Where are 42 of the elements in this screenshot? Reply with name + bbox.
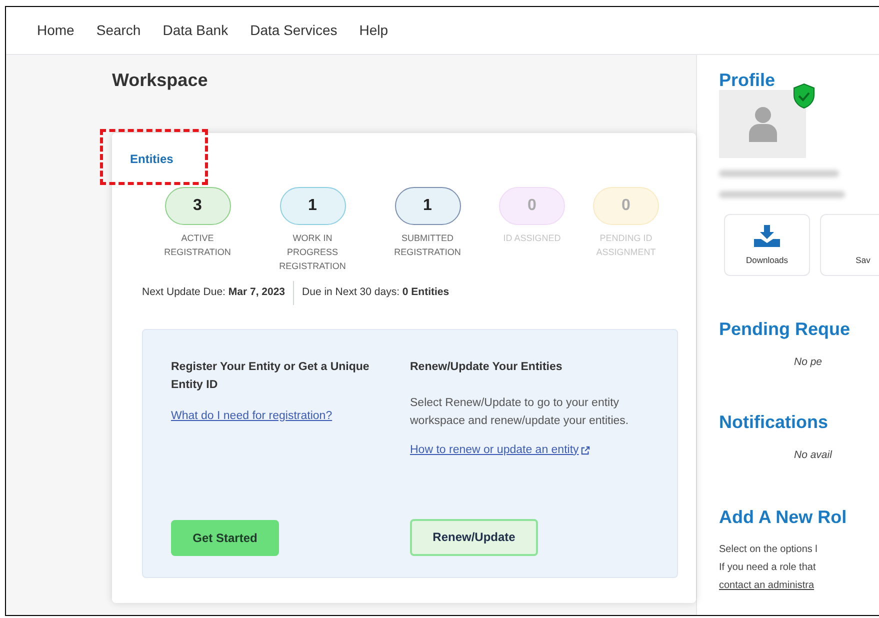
shortcut-tile[interactable]: Sav xyxy=(820,214,879,276)
due-text: Due in Next 30 days: 0 Entities xyxy=(293,281,450,305)
description-line: Select on the options l xyxy=(719,542,818,556)
count-badge: 1 xyxy=(280,187,346,225)
external-link-icon xyxy=(580,446,590,455)
empty-message: No avail xyxy=(793,448,834,463)
download-icon xyxy=(753,224,781,248)
count-badge: 1 xyxy=(394,187,460,225)
nav-link[interactable]: Data Services xyxy=(250,20,338,41)
stat-label: ID ASSIGNED xyxy=(502,232,562,245)
entities-tab[interactable]: Entities xyxy=(130,150,174,168)
section-title: Pending Reque xyxy=(719,318,852,341)
stat-label: PENDING ID ASSIGNMENT xyxy=(595,232,657,259)
count-badge: 3 xyxy=(164,187,230,225)
section-title: Add A New Rol xyxy=(719,506,848,528)
empty-message: No pe xyxy=(793,355,824,370)
next-update-text: Next Update Due: Mar 7, 2023 xyxy=(142,285,286,300)
nav-link[interactable]: Home xyxy=(37,20,74,41)
section-heading: Register Your Entity or Get a Unique Entity ID xyxy=(171,360,370,393)
section-heading: Renew/Update Your Entities xyxy=(410,360,564,375)
section-title: Profile xyxy=(719,69,776,92)
get-started-button[interactable]: Get Started xyxy=(171,520,279,556)
nav-link[interactable]: Help xyxy=(359,20,388,41)
description-line: contact an administra xyxy=(719,578,816,592)
help-link[interactable]: What do I need for registration? xyxy=(171,408,332,425)
count-badge: 0 xyxy=(593,187,659,225)
shortcut-tile[interactable]: Downloads xyxy=(724,214,810,276)
tile-label: Downloads xyxy=(746,254,788,267)
stat-label: ACTIVE REGISTRATION xyxy=(163,232,232,259)
help-link[interactable]: How to renew or update an entity xyxy=(410,442,590,459)
nav-link[interactable]: Search xyxy=(96,20,141,41)
description-text: Select Renew/Update to go to your entity workspace and renew/update your entities. xyxy=(410,396,630,429)
nav-link[interactable]: Data Bank xyxy=(162,20,228,41)
description-line: If you need a role that xyxy=(719,560,817,574)
section-title: Notifications xyxy=(719,410,830,434)
count-badge: 0 xyxy=(499,187,565,225)
stat-label: WORK IN PROGRESS REGISTRATION xyxy=(278,232,347,273)
page-title: Workspace xyxy=(112,69,209,92)
stat-label: SUBMITTED REGISTRATION xyxy=(393,232,462,259)
renew-button[interactable]: Renew/Update xyxy=(410,518,538,556)
user-icon xyxy=(748,106,778,142)
tile-label: Sav xyxy=(856,254,870,267)
